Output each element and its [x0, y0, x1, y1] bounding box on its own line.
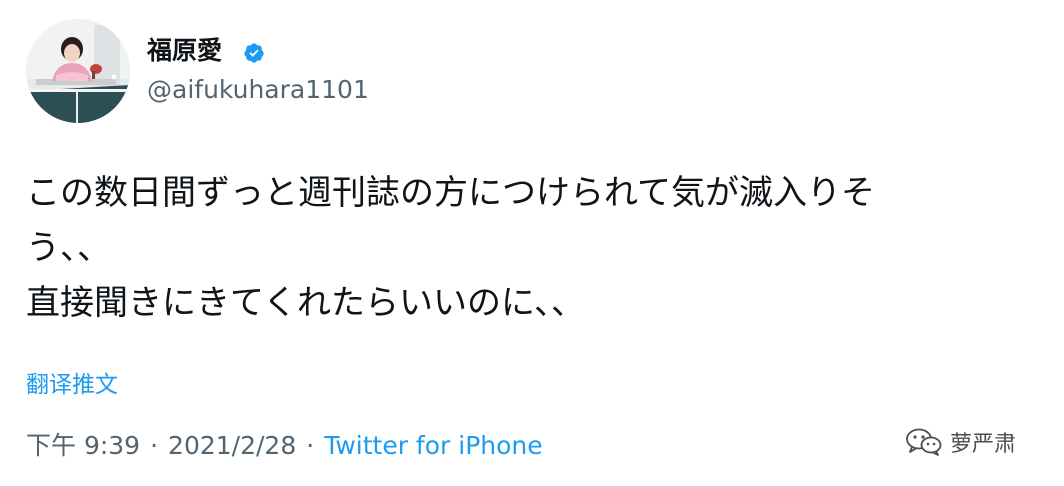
user-handle[interactable]: @aifukuhara1101 [147, 73, 369, 107]
tweet-text-line: この数日間ずっと週刊誌の方につけられて気が滅入りそ [26, 173, 875, 213]
tweet-text-line: 直接聞きにきてくれたらいいのに、、 [26, 283, 585, 323]
tweet-source-link[interactable]: Twitter for iPhone [324, 431, 542, 460]
separator-dot: · [306, 431, 315, 460]
tweet-text-line: う、、 [26, 228, 111, 268]
tweet-date[interactable]: 2021/2/28 [168, 431, 296, 460]
watermark: 萝严肃 [904, 425, 1016, 459]
tweet-time[interactable]: 下午 9:39 [26, 431, 140, 460]
verified-badge-icon [244, 43, 264, 63]
tweet-text: この数日間ずっと週刊誌の方につけられて気が滅入りそ う、、 直接聞きにきてくれた… [26, 166, 1046, 331]
avatar-photo [26, 19, 130, 123]
avatar[interactable] [26, 19, 130, 123]
display-name[interactable]: 福原愛 [147, 34, 222, 68]
wechat-icon [906, 428, 942, 456]
translate-tweet-link[interactable]: 翻译推文 [26, 369, 118, 401]
watermark-text: 萝严肃 [950, 432, 1017, 457]
tweet-metadata: 下午 9:39 · 2021/2/28 · Twitter for iPhone [26, 429, 543, 463]
tweet-card: 福原愛 @aifukuhara1101 この数日間ずっと週刊誌の方につけられて気… [0, 0, 1064, 486]
separator-dot: · [150, 431, 159, 460]
